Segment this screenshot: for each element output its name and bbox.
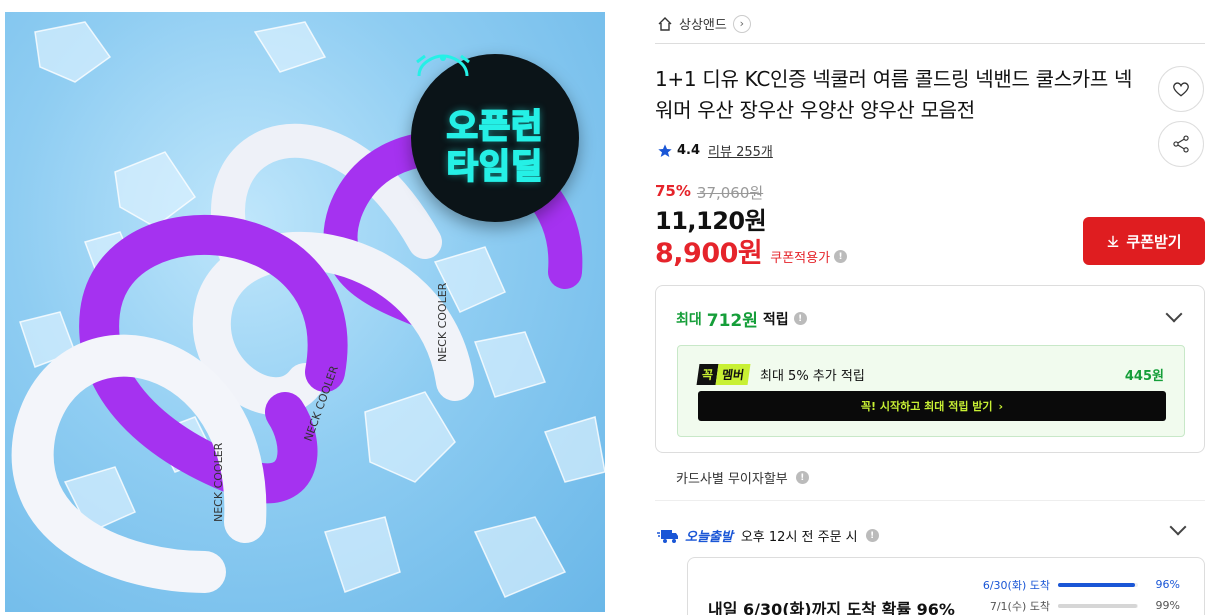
reward-prefix: 최대 — [676, 311, 702, 328]
info-icon[interactable]: ! — [865, 529, 879, 542]
arrival-forecast: 내일 6/30(화)까지 도착 확률 96% 6/30(화) 도착 96% 7/1(… — [687, 557, 1205, 615]
discount-row: 75% 37,060원 — [655, 182, 763, 203]
share-icon — [1173, 135, 1189, 153]
home-icon — [658, 16, 672, 31]
chevron-right-icon[interactable]: › — [732, 14, 751, 33]
shipping-row[interactable]: 오늘출발 오후 12시 전 주문 시 ! — [657, 526, 879, 545]
original-price: 37,060원 — [696, 184, 764, 202]
arrival-probability-bar — [1058, 603, 1138, 608]
shipping-condition: 오후 12시 전 주문 시 — [740, 530, 858, 545]
coupon-price-label[interactable]: 쿠폰적용가 ! — [770, 247, 848, 266]
ring-print-1: NECK COOLER — [212, 442, 225, 522]
arrival-probability-bar — [1058, 582, 1138, 587]
arrival-row: 6/30(화) 도착 96% — [978, 574, 1188, 595]
coupon-price: 8,900원 — [655, 238, 763, 269]
divider — [655, 43, 1205, 44]
chevron-right-icon: › — [998, 399, 1004, 413]
reward-suffix: 적립 — [762, 311, 789, 328]
info-icon[interactable]: ! — [795, 471, 809, 484]
coupon-download-button[interactable]: 쿠폰받기 — [1083, 217, 1205, 265]
arrival-probability-list: 6/30(화) 도착 96% 7/1(수) 도착 99% — [978, 574, 1188, 615]
arrival-day: 6/30(화) 도착 — [982, 578, 1050, 592]
arrival-probability-fill — [1058, 603, 1138, 608]
badge-line-2: 타임딜 — [446, 146, 544, 188]
membership-text: 최대 5% 추가 적립 — [760, 369, 865, 384]
discount-rate: 75% — [655, 182, 691, 200]
arrival-percent: 99% — [1155, 599, 1180, 612]
coupon-price-row: 8,900원 쿠폰적용가 ! — [655, 231, 848, 270]
membership-logo-m: 멤버 — [715, 364, 751, 385]
download-icon — [1108, 235, 1119, 247]
store-name[interactable]: 상상앤드 — [679, 14, 727, 33]
product-image[interactable]: NECK COOLER NECK COOLER NECK COOLER 오픈런 … — [5, 12, 605, 612]
breadcrumb[interactable]: 상상앤드 › — [657, 14, 751, 33]
chevron-down-icon[interactable] — [1165, 305, 1183, 323]
today-shipping-badge: 오늘출발 — [657, 526, 733, 545]
info-icon[interactable]: ! — [834, 250, 848, 263]
membership-cta-label: 꼭! 시작하고 최대 적립 받기 — [860, 400, 993, 413]
rating: 4.4 리뷰 255개 — [657, 141, 773, 160]
star-icon — [658, 143, 672, 157]
reward-amount: 712원 — [706, 311, 758, 331]
installment-label: 카드사별 무이자할부 — [676, 472, 788, 487]
arrival-probability-fill — [1058, 582, 1135, 587]
info-icon[interactable]: ! — [793, 312, 807, 325]
divider — [655, 500, 1205, 501]
wishlist-button[interactable] — [1158, 66, 1204, 112]
reward-panel: 최대 712원 적립 ! 꼭 멤버 최대 5% 추가 적립 445원 꼭! 시작… — [655, 285, 1205, 453]
chevron-down-icon[interactable] — [1169, 518, 1187, 536]
installment-info[interactable]: 카드사별 무이자할부 ! — [676, 468, 809, 487]
heart-icon — [1173, 82, 1189, 97]
delivery-truck-icon — [657, 529, 678, 543]
coupon-label-text: 쿠폰적용가 — [770, 251, 831, 266]
arrival-title: 내일 6/30(화)까지 도착 확률 96% — [708, 600, 955, 615]
reward-summary[interactable]: 최대 712원 적립 ! — [676, 306, 807, 331]
membership-amount: 445원 — [1124, 369, 1164, 384]
arrival-percent: 96% — [1155, 578, 1180, 591]
membership-box: 꼭 멤버 최대 5% 추가 적립 445원 꼭! 시작하고 최대 적립 받기 › — [677, 345, 1185, 437]
ring-print-3: NECK COOLER — [436, 282, 449, 362]
share-button[interactable] — [1158, 121, 1204, 167]
product-title: 1+1 디유 KC인증 넥쿨러 여름 콜드링 넥밴드 쿨스카프 넥워머 우산 장… — [655, 67, 1133, 122]
review-count-link[interactable]: 리뷰 255개 — [708, 141, 773, 160]
timedeal-badge: 오픈런 타임딜 — [411, 54, 579, 222]
arrival-day: 7/1(수) 도착 — [989, 599, 1050, 613]
arrival-row: 7/1(수) 도착 99% — [978, 595, 1188, 615]
rating-score: 4.4 — [677, 143, 701, 158]
alarm-clock-icon — [416, 54, 470, 77]
membership-logo: 꼭 멤버 — [696, 364, 751, 385]
coupon-button-label: 쿠폰받기 — [1126, 233, 1182, 251]
membership-cta-button[interactable]: 꼭! 시작하고 최대 적립 받기 › — [698, 391, 1166, 421]
today-shipping-label: 오늘출발 — [685, 530, 733, 545]
badge-line-1: 오픈런 — [446, 106, 544, 148]
